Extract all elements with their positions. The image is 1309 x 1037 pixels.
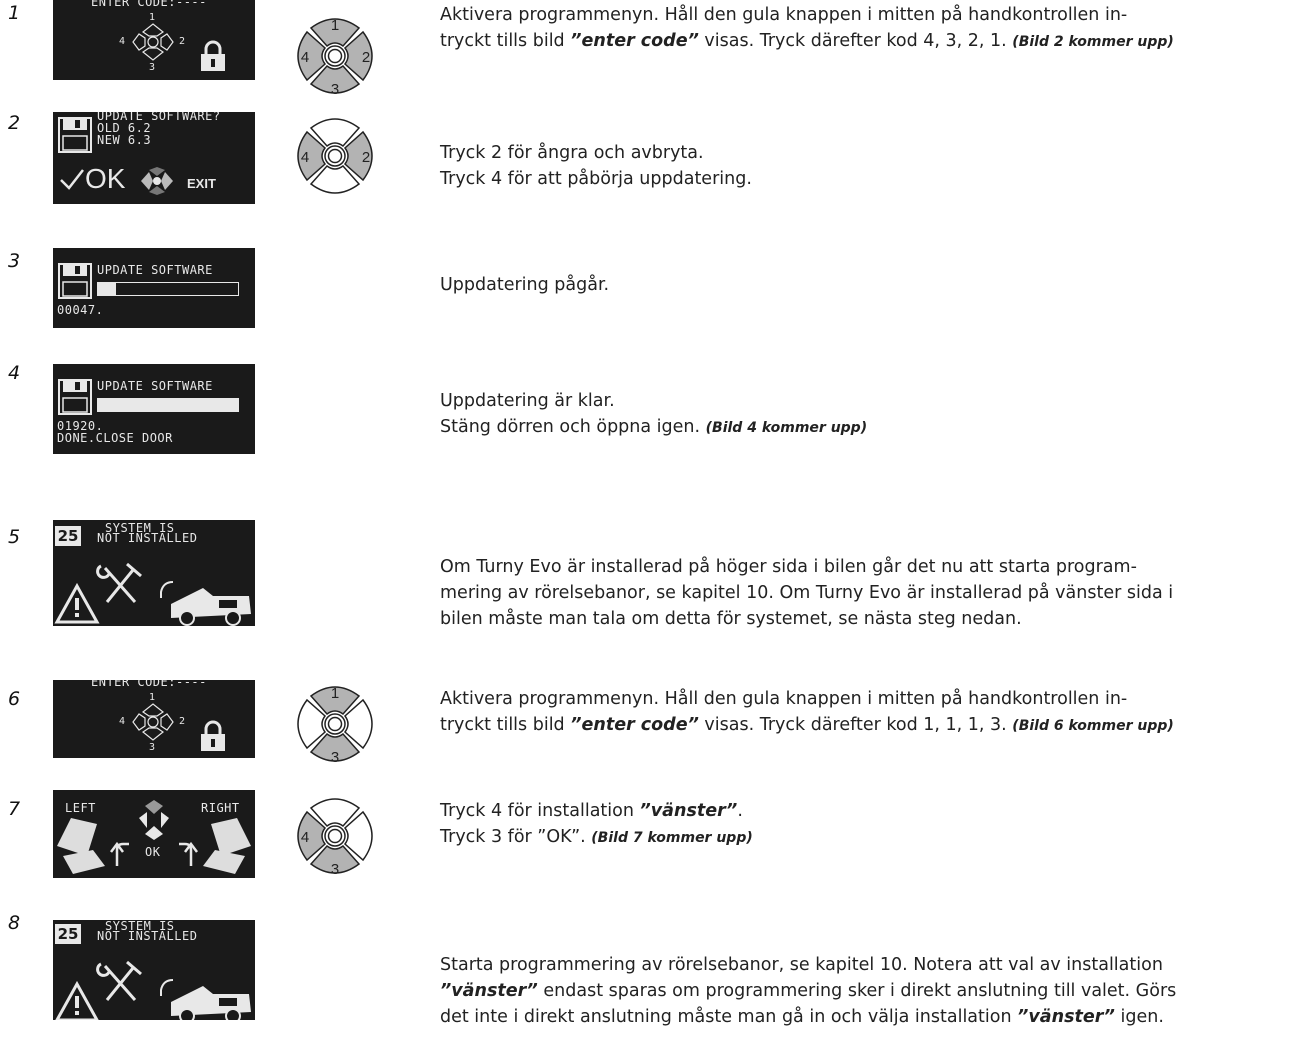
dpad-left-label: 4 [301,49,309,66]
desc-line: Stäng dörren och öppna igen. (Bild 4 kom… [440,417,868,437]
lcd-dpad-icon [132,23,174,61]
step-description: Starta programmering av rörelsebanor, se… [440,952,1300,1030]
step-number: 2 [8,112,21,134]
lcd-dpad-icon [141,167,173,195]
dpad-1-3: 1 3 [297,685,373,766]
floppy-disk-icon [58,379,92,415]
step-description: Aktivera programmenyn. Håll den gula kna… [440,686,1300,739]
desc-line: tryckt tills bild ”enter code” visas. Tr… [440,715,1174,735]
lcd-badge: 25 [55,924,81,944]
lock-icon [201,720,225,751]
lcd-line: NEW 6.3 [97,133,152,147]
desc-line: Tryck 4 för installation ”vänster”. [440,801,743,821]
tools-icon [96,562,142,603]
dpad-right-label: 2 [362,49,370,66]
dpad-left-label: 4 [301,149,309,166]
lcd-counter: 00047. [57,303,104,317]
lcd-line: ENTER CODE:---- [91,680,207,689]
lcd-line: NOT INSTALLED [97,929,198,943]
tools-icon [96,960,142,1001]
lcd-line: DONE.CLOSE DOOR [57,431,173,445]
step-number: 5 [8,526,21,548]
lcd-dpad-icon [132,703,174,741]
desc-line: Aktivera programmenyn. Håll den gula kna… [440,5,1128,25]
floppy-disk-icon [58,117,92,153]
lcd-right-digit: 2 [179,716,186,727]
step-description: Tryck 2 för ångra och avbryta. Tryck 4 f… [440,140,1300,192]
desc-line: Uppdatering är klar. [440,391,615,411]
lock-icon [201,40,225,71]
floppy-disk-icon [58,263,92,299]
progress-bar [97,398,239,412]
step-description: Uppdatering är klar. Stäng dörren och öp… [440,388,1300,441]
lcd-down-digit: 3 [149,62,156,73]
desc-line: Aktivera programmenyn. Håll den gula kna… [440,689,1128,709]
lcd-left-digit: 4 [119,36,126,47]
lcd-screen-update-prompt: UPDATE SOFTWARE? OLD 6.2 NEW 6.3 OK EXIT [53,112,255,204]
lcd-line: NOT INSTALLED [97,531,198,545]
desc-line: bilen måste man tala om detta för system… [440,609,1022,629]
lcd-down-digit: 3 [149,742,156,753]
right-seat-icon [203,818,251,874]
desc-line: ”vänster” endast sparas om programmering… [440,981,1177,1001]
lcd-ok-label: OK [145,845,161,859]
step-number: 3 [8,250,21,272]
desc-line: tryckt tills bild ”enter code” visas. Tr… [440,31,1174,51]
desc-line: Tryck 2 för ångra och avbryta. [440,143,704,163]
step-description: Uppdatering pågår. [440,272,1300,298]
progress-fill [98,283,117,295]
step-number: 4 [8,362,21,384]
lcd-warning-tools-tow-icons [54,562,251,626]
checkmark-icon [60,169,84,190]
dpad-icon [139,800,169,840]
progress-fill [98,399,238,411]
desc-line: mering av rörelsebanor, se kapitel 10. O… [440,583,1174,603]
dpad-down-label: 3 [331,749,339,766]
step-description: Tryck 4 för installation ”vänster”. Tryc… [440,798,1300,851]
lcd-warning-tools-tow-icons [55,960,251,1020]
lcd-right-digit: 2 [179,36,186,47]
desc-line: Uppdatering pågår. [440,275,610,295]
lcd-badge: 25 [55,526,81,546]
lcd-left-digit: 4 [119,716,126,727]
lcd-screen-updating: UPDATE SOFTWARE 00047. [53,248,255,328]
step-description: Om Turny Evo är installerad på höger sid… [440,554,1300,632]
tow-truck-icon [160,979,251,1020]
lcd-ok-label: OK [85,163,126,194]
desc-line: det inte i direkt anslutning måste man g… [440,1007,1164,1027]
progress-bar [97,282,239,296]
desc-line: Tryck 3 för ”OK”. (Bild 7 kommer upp) [440,827,753,847]
dpad-4-3: 3 4 [297,798,373,878]
tow-truck-icon [160,581,251,626]
step-description: Aktivera programmenyn. Håll den gula kna… [440,2,1300,55]
lcd-screen-not-installed: 25 SYSTEM IS NOT INSTALLED [53,920,255,1020]
desc-line: Starta programmering av rörelsebanor, se… [440,955,1163,975]
lcd-line: ENTER CODE:---- [91,0,207,9]
dpad-1-4-2-3: 1 3 4 2 [297,17,373,98]
step-number: 8 [8,912,21,934]
step-number: 7 [8,798,21,820]
lcd-line: UPDATE SOFTWARE [97,379,213,393]
lcd-line: UPDATE SOFTWARE [97,263,213,277]
dpad-up-label: 1 [331,17,339,34]
desc-line: Om Turny Evo är installerad på höger sid… [440,557,1137,577]
step-number: 6 [8,688,21,710]
step-number: 1 [8,2,21,24]
dpad-down-label: 3 [331,861,339,878]
dpad-down-label: 3 [331,81,339,98]
left-seat-icon [57,818,105,874]
lcd-screen-left-right: LEFT RIGHT OK [53,790,255,878]
dpad-4-2: 4 2 [297,118,373,194]
lcd-screen-update-done: UPDATE SOFTWARE 01920. DONE.CLOSE DOOR [53,364,255,454]
lcd-screen-not-installed: 25 SYSTEM IS NOT INSTALLED [53,520,255,626]
dpad-left-label: 4 [301,829,309,846]
dpad-right-label: 2 [362,149,370,166]
lcd-screen-enter-code: ENTER CODE:---- 1 4 2 3 [53,0,255,80]
lcd-seat-selection-icons [57,800,251,874]
lcd-screen-enter-code: ENTER CODE:---- 1 4 2 3 [53,680,255,758]
dpad-up-label: 1 [331,685,339,702]
lcd-exit-label: EXIT [187,176,216,191]
desc-line: Tryck 4 för att påbörja uppdatering. [440,169,752,189]
